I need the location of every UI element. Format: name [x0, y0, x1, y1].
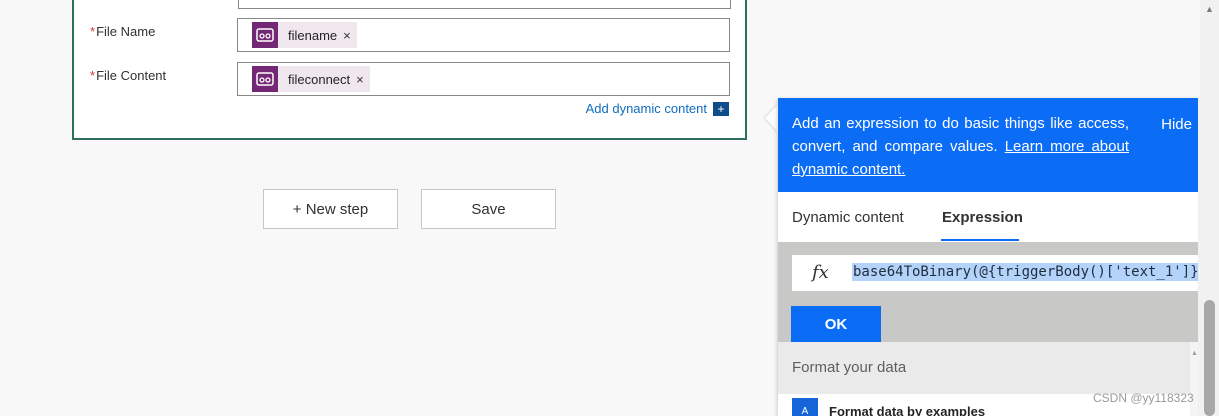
tab-dynamic-content[interactable]: Dynamic content [792, 209, 904, 226]
expression-area: fx base64ToBinary(@{triggerBody()['text_… [778, 242, 1198, 342]
expression-input[interactable]: fx base64ToBinary(@{triggerBody()['text_… [792, 255, 1198, 291]
tab-expression[interactable]: Expression [942, 209, 1023, 226]
action-card: *File Name filename × *File Content file… [72, 0, 747, 140]
expression-panel: Add an expression to do basic things lik… [778, 98, 1198, 416]
watermark: CSDN @yy118323 [1093, 391, 1194, 405]
panel-pointer [765, 104, 778, 132]
page-scrollbar[interactable]: ▲ [1200, 0, 1219, 416]
ok-button[interactable]: OK [791, 306, 881, 342]
scrollbar-thumb[interactable] [1204, 300, 1215, 416]
format-item-label: Format data by examples [829, 403, 986, 416]
info-text: Add an expression to do basic things lik… [792, 115, 1129, 178]
panel-tabs: Dynamic content Expression [778, 192, 1198, 242]
file-content-field[interactable]: fileconnect × [237, 62, 730, 96]
power-apps-icon [252, 22, 278, 48]
plus-icon: + [713, 101, 729, 116]
power-apps-icon [252, 66, 278, 92]
info-banner: Add an expression to do basic things lik… [778, 98, 1198, 192]
token-label: filename [288, 27, 338, 43]
required-mark: * [90, 24, 96, 39]
expression-text[interactable]: base64ToBinary(@{triggerBody()['text_1']… [852, 263, 1198, 281]
format-text-icon: A [792, 398, 818, 416]
remove-token-icon[interactable]: × [354, 72, 370, 87]
scroll-up-icon[interactable]: ▲ [1191, 350, 1198, 357]
file-content-label: *File Content [90, 68, 167, 83]
remove-token-icon[interactable]: × [341, 28, 357, 43]
active-tab-indicator [941, 239, 1019, 241]
format-data-header: Format your data [778, 342, 1190, 394]
file-name-label: *File Name [90, 24, 156, 39]
add-dynamic-content-link[interactable]: Add dynamic content + [586, 101, 729, 116]
add-dynamic-content-label: Add dynamic content [585, 101, 707, 116]
scroll-up-icon[interactable]: ▲ [1205, 4, 1214, 14]
format-data-by-examples-item[interactable]: A Format data by examples [792, 398, 985, 416]
required-mark: * [90, 68, 96, 83]
token-label: fileconnect [288, 71, 351, 87]
fx-icon: fx [812, 262, 829, 283]
previous-field-input[interactable] [238, 0, 731, 9]
hide-button[interactable]: Hide [1161, 113, 1192, 136]
format-data-title: Format your data [792, 359, 907, 376]
new-step-button[interactable]: + New step [263, 189, 398, 229]
dynamic-token-filename[interactable]: filename × [252, 22, 357, 48]
save-button[interactable]: Save [421, 189, 556, 229]
file-name-field[interactable]: filename × [237, 18, 730, 52]
dynamic-token-fileconnect[interactable]: fileconnect × [252, 66, 370, 92]
